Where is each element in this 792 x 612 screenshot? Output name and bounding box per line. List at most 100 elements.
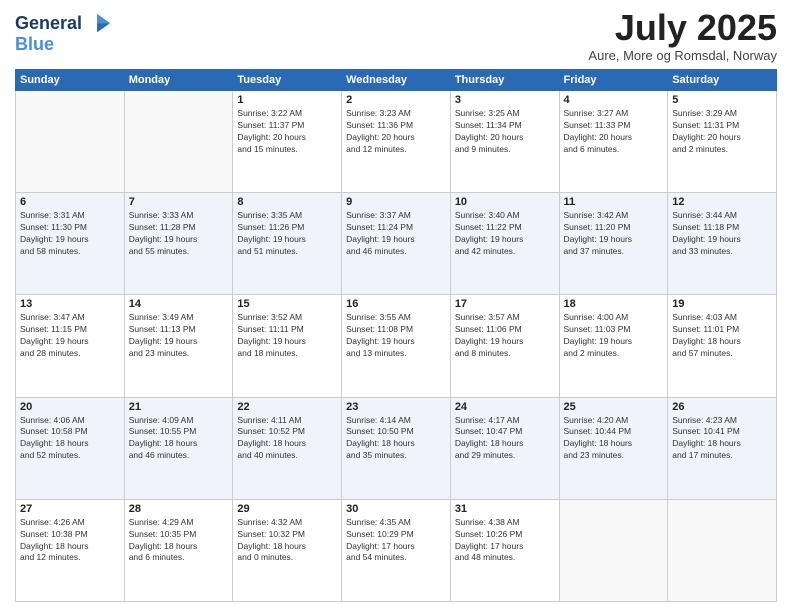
day-info: Sunrise: 3:52 AMSunset: 11:11 PMDaylight… (237, 312, 337, 360)
day-number: 5 (672, 94, 772, 106)
day-number: 26 (672, 401, 772, 413)
table-row: 8 Sunrise: 3:35 AMSunset: 11:26 PMDayligh… (233, 193, 342, 295)
day-number: 9 (346, 196, 446, 208)
day-number: 15 (237, 298, 337, 310)
table-row: 17 Sunrise: 3:57 AMSunset: 11:06 PMDaylig… (450, 295, 559, 397)
table-row: 21 Sunrise: 4:09 AMSunset: 10:55 PMDaylig… (124, 397, 233, 499)
day-info: Sunrise: 3:55 AMSunset: 11:08 PMDaylight… (346, 312, 446, 360)
day-number: 6 (20, 196, 120, 208)
day-number: 21 (129, 401, 229, 413)
logo: General Blue (15, 10, 112, 55)
day-info: Sunrise: 3:23 AMSunset: 11:36 PMDaylight… (346, 108, 446, 156)
day-number: 23 (346, 401, 446, 413)
logo-icon (84, 10, 112, 38)
table-row: 1 Sunrise: 3:22 AMSunset: 11:37 PMDayligh… (233, 91, 342, 193)
location-title: Aure, More og Romsdal, Norway (588, 48, 777, 63)
day-info: Sunrise: 4:14 AMSunset: 10:50 PMDaylight… (346, 415, 446, 463)
day-number: 13 (20, 298, 120, 310)
day-info: Sunrise: 4:26 AMSunset: 10:38 PMDaylight… (20, 517, 120, 565)
col-wednesday: Wednesday (342, 70, 451, 91)
day-number: 11 (564, 196, 664, 208)
table-row: 30Sunrise: 4:35 AMSunset: 10:29 PMDaylig… (342, 499, 451, 601)
day-number: 4 (564, 94, 664, 106)
day-number: 10 (455, 196, 555, 208)
day-number: 27 (20, 503, 120, 515)
table-row: 29 Sunrise: 4:32 AMSunset: 10:32 PMDaylig… (233, 499, 342, 601)
table-row: 5Sunrise: 3:29 AMSunset: 11:31 PMDayligh… (668, 91, 777, 193)
day-info: Sunrise: 4:09 AMSunset: 10:55 PMDaylight… (129, 415, 229, 463)
day-number: 2 (346, 94, 446, 106)
day-info: Sunrise: 3:44 AMSunset: 11:18 PMDaylight… (672, 210, 772, 258)
table-row: 25Sunrise: 4:20 AMSunset: 10:44 PMDaylig… (559, 397, 668, 499)
col-sunday: Sunday (16, 70, 125, 91)
day-number: 1 (237, 94, 337, 106)
day-info: Sunrise: 4:32 AMSunset: 10:32 PMDaylight… (237, 517, 337, 565)
day-number: 17 (455, 298, 555, 310)
calendar-week-row: 13 Sunrise: 3:47 AMSunset: 11:15 PMDaylig… (16, 295, 777, 397)
table-row: 23 Sunrise: 4:14 AMSunset: 10:50 PMDaylig… (342, 397, 451, 499)
table-row: 22Sunrise: 4:11 AMSunset: 10:52 PMDaylig… (233, 397, 342, 499)
day-number: 3 (455, 94, 555, 106)
table-row: 20Sunrise: 4:06 AMSunset: 10:58 PMDaylig… (16, 397, 125, 499)
day-info: Sunrise: 3:25 AMSunset: 11:34 PMDaylight… (455, 108, 555, 156)
col-monday: Monday (124, 70, 233, 91)
day-number: 22 (237, 401, 337, 413)
day-number: 7 (129, 196, 229, 208)
calendar-week-row: 27 Sunrise: 4:26 AMSunset: 10:38 PMDaylig… (16, 499, 777, 601)
table-row: 19 Sunrise: 4:03 AMSunset: 11:01 PMDaylig… (668, 295, 777, 397)
day-info: Sunrise: 3:31 AMSunset: 11:30 PMDaylight… (20, 210, 120, 258)
calendar-table: Sunday Monday Tuesday Wednesday Thursday… (15, 69, 777, 602)
day-info: Sunrise: 3:47 AMSunset: 11:15 PMDaylight… (20, 312, 120, 360)
table-row: 3 Sunrise: 3:25 AMSunset: 11:34 PMDayligh… (450, 91, 559, 193)
day-number: 31 (455, 503, 555, 515)
header: General Blue July 2025 Aure, More og Rom… (15, 10, 777, 63)
table-row: 6 Sunrise: 3:31 AMSunset: 11:30 PMDayligh… (16, 193, 125, 295)
day-info: Sunrise: 4:17 AMSunset: 10:47 PMDaylight… (455, 415, 555, 463)
table-row: 24 Sunrise: 4:17 AMSunset: 10:47 PMDaylig… (450, 397, 559, 499)
day-info: Sunrise: 3:37 AMSunset: 11:24 PMDaylight… (346, 210, 446, 258)
table-row: 26 Sunrise: 4:23 AMSunset: 10:41 PMDaylig… (668, 397, 777, 499)
table-row (16, 91, 125, 193)
day-info: Sunrise: 3:57 AMSunset: 11:06 PMDaylight… (455, 312, 555, 360)
day-number: 8 (237, 196, 337, 208)
table-row: 28Sunrise: 4:29 AMSunset: 10:35 PMDaylig… (124, 499, 233, 601)
day-number: 28 (129, 503, 229, 515)
table-row: 10 Sunrise: 3:40 AMSunset: 11:22 PMDaylig… (450, 193, 559, 295)
table-row: 2 Sunrise: 3:23 AMSunset: 11:36 PMDayligh… (342, 91, 451, 193)
day-info: Sunrise: 3:35 AMSunset: 11:26 PMDaylight… (237, 210, 337, 258)
day-info: Sunrise: 4:38 AMSunset: 10:26 PMDaylight… (455, 517, 555, 565)
day-number: 20 (20, 401, 120, 413)
table-row (124, 91, 233, 193)
table-row: 11 Sunrise: 3:42 AMSunset: 11:20 PMDaylig… (559, 193, 668, 295)
day-number: 24 (455, 401, 555, 413)
day-info: Sunrise: 4:03 AMSunset: 11:01 PMDaylight… (672, 312, 772, 360)
day-info: Sunrise: 3:42 AMSunset: 11:20 PMDaylight… (564, 210, 664, 258)
col-saturday: Saturday (668, 70, 777, 91)
col-friday: Friday (559, 70, 668, 91)
table-row: 18Sunrise: 4:00 AMSunset: 11:03 PMDaylig… (559, 295, 668, 397)
day-number: 19 (672, 298, 772, 310)
table-row: 27 Sunrise: 4:26 AMSunset: 10:38 PMDaylig… (16, 499, 125, 601)
table-row: 7Sunrise: 3:33 AMSunset: 11:28 PMDayligh… (124, 193, 233, 295)
day-number: 14 (129, 298, 229, 310)
col-tuesday: Tuesday (233, 70, 342, 91)
day-info: Sunrise: 4:23 AMSunset: 10:41 PMDaylight… (672, 415, 772, 463)
table-row: 15 Sunrise: 3:52 AMSunset: 11:11 PMDaylig… (233, 295, 342, 397)
table-row: 16Sunrise: 3:55 AMSunset: 11:08 PMDaylig… (342, 295, 451, 397)
day-number: 29 (237, 503, 337, 515)
calendar-week-row: 20Sunrise: 4:06 AMSunset: 10:58 PMDaylig… (16, 397, 777, 499)
table-row: 12Sunrise: 3:44 AMSunset: 11:18 PMDaylig… (668, 193, 777, 295)
day-number: 30 (346, 503, 446, 515)
day-info: Sunrise: 3:27 AMSunset: 11:33 PMDaylight… (564, 108, 664, 156)
col-thursday: Thursday (450, 70, 559, 91)
day-info: Sunrise: 3:40 AMSunset: 11:22 PMDaylight… (455, 210, 555, 258)
table-row (559, 499, 668, 601)
table-row: 31 Sunrise: 4:38 AMSunset: 10:26 PMDaylig… (450, 499, 559, 601)
page: General Blue July 2025 Aure, More og Rom… (0, 0, 792, 612)
calendar-header-row: Sunday Monday Tuesday Wednesday Thursday… (16, 70, 777, 91)
day-number: 25 (564, 401, 664, 413)
day-number: 18 (564, 298, 664, 310)
day-info: Sunrise: 3:22 AMSunset: 11:37 PMDaylight… (237, 108, 337, 156)
table-row: 9 Sunrise: 3:37 AMSunset: 11:24 PMDayligh… (342, 193, 451, 295)
table-row: 14Sunrise: 3:49 AMSunset: 11:13 PMDaylig… (124, 295, 233, 397)
